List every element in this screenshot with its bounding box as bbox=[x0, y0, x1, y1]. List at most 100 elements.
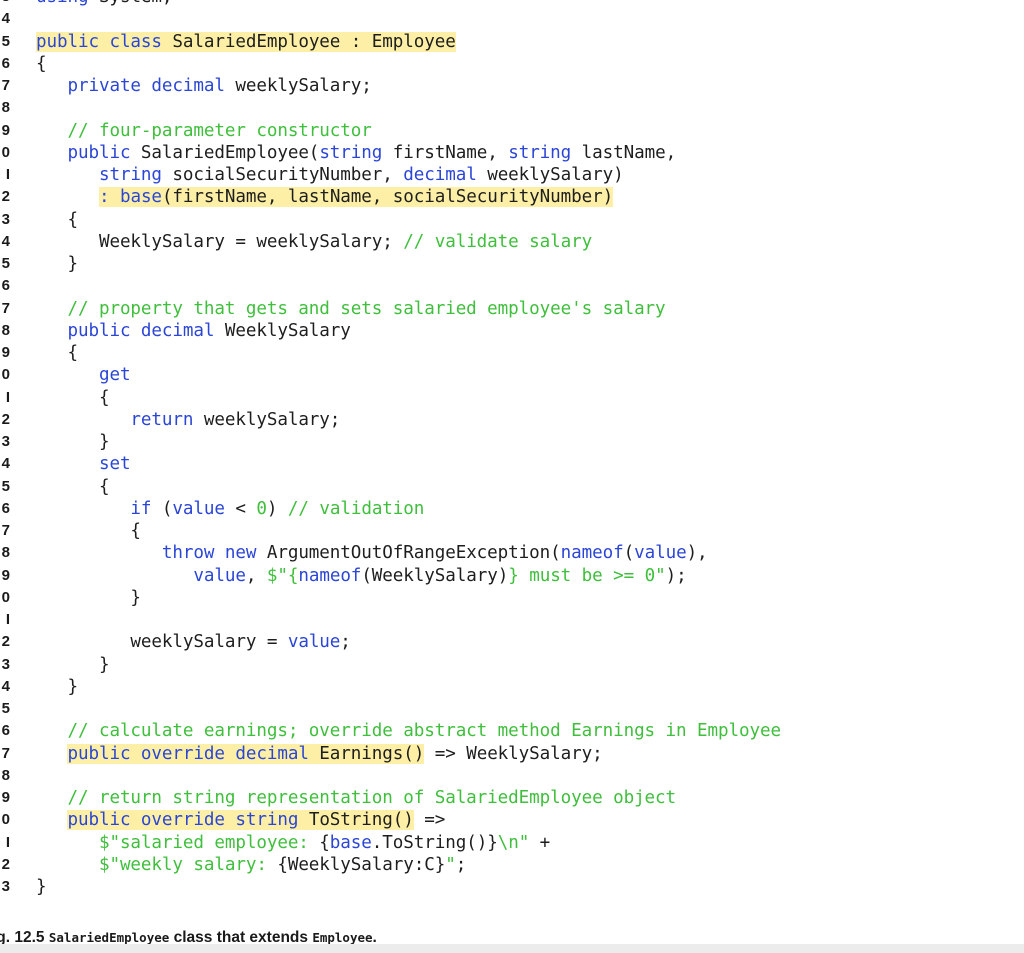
code-token-identifier: } bbox=[36, 676, 78, 697]
code-line: I bbox=[0, 609, 1024, 631]
code-token-identifier: System; bbox=[88, 0, 173, 7]
code-token-keyword: string bbox=[36, 165, 162, 185]
line-number: 8 bbox=[1, 766, 10, 784]
code-text: } bbox=[36, 431, 110, 453]
code-token-comment: // four-parameter constructor bbox=[36, 120, 372, 141]
code-line: 4 } bbox=[0, 676, 1024, 698]
code-text: { bbox=[36, 209, 78, 231]
code-line: 9 value, $"{nameof(WeeklySalary)} must b… bbox=[0, 565, 1024, 587]
code-line: 3 { bbox=[0, 209, 1024, 231]
code-token-identifier: {WeeklySalary:C} bbox=[277, 854, 446, 875]
code-token-identifier: weeklySalary; bbox=[224, 76, 372, 96]
code-token-identifier: .ToString()} bbox=[371, 832, 498, 853]
code-text: $"weekly salary: {WeeklySalary:C}"; bbox=[36, 854, 466, 876]
code-token-keyword: if bbox=[36, 498, 152, 519]
line-number: 6 bbox=[1, 277, 10, 295]
line-number: 5 bbox=[1, 255, 10, 272]
code-line: 2 weeklySalary = value; bbox=[0, 631, 1024, 653]
code-token-keyword: using bbox=[36, 0, 89, 7]
line-number: 0 bbox=[1, 366, 10, 384]
code-token-identifier: { bbox=[36, 387, 110, 408]
code-token-identifier: ( bbox=[623, 543, 635, 564]
code-token-comment: // return string representation of Salar… bbox=[36, 788, 677, 808]
code-token-identifier: { bbox=[319, 832, 330, 853]
code-text: $"salaried employee: {base.ToString()}\n… bbox=[36, 832, 550, 854]
code-line: 4 bbox=[0, 8, 1024, 30]
code-line: 5 } bbox=[0, 253, 1024, 275]
line-number: I bbox=[5, 611, 10, 628]
code-token-string-literal: 0 bbox=[256, 498, 267, 519]
code-token-identifier: < bbox=[224, 498, 257, 519]
code-token-identifier: { bbox=[36, 343, 78, 363]
line-number: 9 bbox=[1, 121, 10, 139]
line-number: 3 bbox=[1, 655, 10, 673]
code-listing-page: 3 using System; 4 5 public class SalariedEmp… bbox=[0, 0, 1024, 953]
code-token-keyword: : base bbox=[98, 187, 162, 208]
code-token-keyword: value bbox=[287, 632, 341, 653]
code-line: 2 return weeklySalary; bbox=[0, 409, 1024, 431]
code-token-comment: // validation bbox=[287, 498, 425, 519]
code-token-keyword: value bbox=[634, 543, 687, 564]
code-line: I $"salaried employee: {base.ToString()}… bbox=[0, 832, 1024, 854]
code-token-identifier: ) bbox=[266, 498, 288, 519]
line-number: 8 bbox=[1, 544, 10, 562]
code-text: set bbox=[36, 453, 131, 475]
code-text: using System; bbox=[36, 0, 173, 8]
code-text: // return string representation of Salar… bbox=[36, 787, 676, 809]
code-token-keyword: public class bbox=[36, 31, 162, 52]
code-token-identifier: ; bbox=[455, 854, 467, 875]
line-number: 4 bbox=[1, 455, 10, 473]
line-number: 3 bbox=[1, 433, 10, 450]
line-number: 7 bbox=[1, 522, 10, 539]
code-text: // four-parameter constructor bbox=[36, 120, 372, 142]
line-number: 2 bbox=[1, 855, 10, 873]
code-text: } bbox=[36, 587, 141, 609]
code-text: public override string ToString() => bbox=[36, 809, 445, 831]
code-line: 2 : base(firstName, lastName, socialSecu… bbox=[0, 186, 1024, 208]
code-token-identifier: (WeeklySalary) bbox=[361, 565, 509, 586]
line-number: 7 bbox=[1, 744, 10, 762]
code-token-identifier bbox=[36, 187, 99, 207]
code-token-identifier: { bbox=[36, 476, 110, 497]
code-token-identifier: } bbox=[36, 432, 110, 452]
code-line: 3 } bbox=[0, 654, 1024, 676]
line-number: 4 bbox=[1, 232, 10, 250]
line-number: I bbox=[5, 833, 10, 851]
code-token-identifier: weeklySalary; bbox=[193, 409, 341, 430]
code-token-keyword: set bbox=[36, 454, 131, 475]
code-token-keyword: public decimal bbox=[36, 320, 215, 341]
line-number: 6 bbox=[1, 499, 10, 517]
line-number: 5 bbox=[1, 700, 10, 717]
line-number: 3 bbox=[1, 210, 10, 228]
code-line: 0 get bbox=[0, 364, 1024, 386]
code-text: } bbox=[36, 253, 78, 275]
code-line: 2 $"weekly salary: {WeeklySalary:C}"; bbox=[0, 854, 1024, 876]
code-line: 8 bbox=[0, 765, 1024, 787]
code-text: { bbox=[36, 342, 78, 364]
code-token-comment: // validate salary bbox=[403, 231, 593, 252]
code-text: private decimal weeklySalary; bbox=[36, 75, 372, 97]
line-number: 5 bbox=[1, 32, 10, 50]
code-text: public SalariedEmployee(string firstName… bbox=[36, 142, 676, 164]
code-token-identifier: ), bbox=[686, 543, 708, 564]
line-number: 7 bbox=[1, 77, 10, 94]
line-number: I bbox=[5, 166, 10, 183]
code-token-string-literal: \n" bbox=[497, 832, 530, 853]
caption-base-class-name: Employee bbox=[312, 930, 373, 945]
code-line: 9 // four-parameter constructor bbox=[0, 120, 1024, 142]
code-token-identifier: } bbox=[36, 877, 47, 897]
code-line: 8 bbox=[0, 97, 1024, 119]
code-text: } bbox=[36, 654, 110, 676]
caption-class-name: SalariedEmployee bbox=[48, 930, 170, 945]
code-token-identifier: } bbox=[36, 587, 141, 608]
code-token-identifier: , bbox=[245, 565, 267, 586]
code-line: 7 public override decimal Earnings() => … bbox=[0, 743, 1024, 765]
code-text: if (value < 0) // validation bbox=[36, 498, 424, 520]
code-token-keyword: get bbox=[36, 365, 131, 386]
line-number: 8 bbox=[1, 99, 10, 117]
line-number: 4 bbox=[1, 677, 10, 695]
code-token-keyword: public bbox=[36, 142, 131, 163]
code-line: 7 // property that gets and sets salarie… bbox=[0, 298, 1024, 320]
code-token-identifier: } bbox=[36, 654, 110, 675]
code-line: 8 throw new ArgumentOutOfRangeException(… bbox=[0, 542, 1024, 564]
